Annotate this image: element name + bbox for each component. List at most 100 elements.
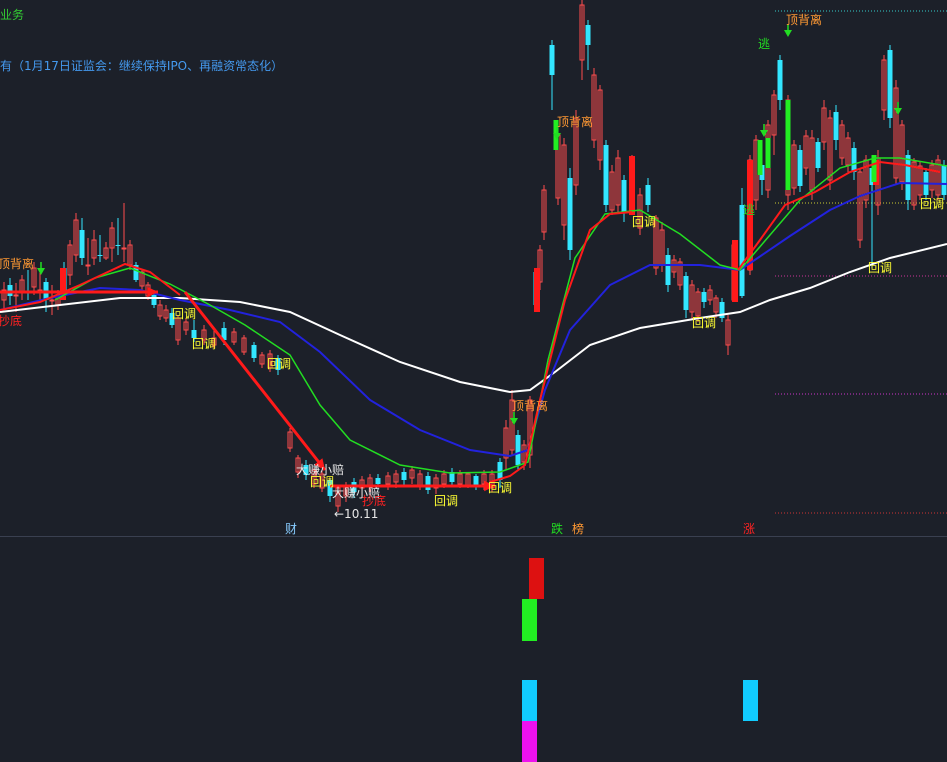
label-caption-finance: 财 [285,522,297,536]
candlestick [899,120,905,190]
candlestick [85,238,91,275]
candle-body [887,50,893,118]
candlestick [115,218,121,255]
candlestick [79,218,85,265]
candlestick [929,160,935,198]
candle-body [645,185,651,205]
candle-body [425,476,431,490]
down-marker-icon [760,130,768,137]
candlestick [935,155,941,200]
candlestick [259,352,265,368]
down-marker-icon [784,30,792,37]
candle-body [515,435,521,465]
candlestick [549,40,555,110]
candle-body-emphasis [534,268,540,312]
candlestick [251,342,257,362]
down-marker-icon [510,418,518,425]
candlestick [67,240,73,285]
candlestick [791,140,797,195]
indicator-bar [522,721,537,762]
candlestick [585,20,591,70]
indicator-bar [743,680,758,721]
candlestick [665,248,671,292]
candlestick [541,185,547,240]
candlestick [771,90,777,155]
candlestick [473,474,479,490]
label-caption-fall: 跌 [551,521,563,536]
candle-body [549,45,555,75]
candle-body-green [785,100,791,190]
label-retracement: 回调 [434,494,458,508]
candle-body-emphasis [732,240,738,302]
candlestick [133,262,139,282]
label-top-divergence: 顶背离 [786,12,822,27]
candlestick [97,235,103,262]
candle-body-green [757,140,763,175]
candlestick [851,142,857,180]
candlestick [49,285,55,315]
candlestick [707,285,713,305]
candle-body-emphasis [629,156,635,215]
candlestick [433,474,439,494]
indicator-panel[interactable] [0,537,947,762]
candlestick [719,298,725,322]
candlestick [689,280,695,320]
indicator-bar [522,599,537,641]
candlestick [725,315,731,355]
label-top-divergence: 顶背离 [512,398,548,413]
chart-stage: 业务 有（1月17日证监会：继续保持IPO、再融资常态化） 顶背离 抄底 回调 回调回… [0,0,947,762]
candle-body [701,292,707,302]
candlestick [409,466,415,484]
candlestick [561,138,567,240]
candlestick [839,120,845,165]
candle-body [683,276,689,310]
candlestick [821,100,827,150]
candle-body [797,150,803,186]
candlestick [777,55,783,110]
label-bottom-fishing: 抄底 [0,313,22,328]
label-retracement: 回调 [192,337,216,351]
candle-body-green [765,138,771,168]
candlestick [157,300,163,320]
candle-body [941,165,947,195]
candle-body [115,245,121,246]
label-retracement: 回调 [310,475,334,489]
candlestick [287,428,293,452]
candle-body [833,112,839,140]
candlestick [893,80,899,185]
candlestick [73,213,79,262]
candlestick [163,305,169,322]
candle-body [739,205,745,296]
candlestick [231,328,237,345]
label-caption-list: 榜 [572,521,584,536]
candlestick [109,222,115,262]
candlestick [503,420,509,470]
candlestick [803,130,809,175]
candlestick [241,335,247,355]
label-top-divergence: 顶背离 [0,256,34,271]
candle-body [621,180,627,212]
candlestick [797,145,803,192]
ma-white-line [0,243,947,394]
label-retracement: 回调 [488,481,512,495]
label-sell: 逃 [758,37,770,51]
candlestick [425,472,431,494]
candlestick [815,138,821,172]
label-sell: 逃 [743,203,755,217]
candlestick [615,150,621,212]
candlestick [887,45,893,128]
label-top-divergence: 顶背离 [557,114,593,129]
candlestick [449,468,455,486]
candle-body [665,255,671,285]
candlestick [401,468,407,486]
indicator-bar [529,558,544,599]
label-retracement: 回调 [868,261,892,275]
ma-red-line-2 [489,211,633,483]
candlestick [1,282,7,310]
candlestick [579,0,585,80]
candlestick [91,230,97,265]
price-chart[interactable]: 顶背离抄底 回调回调回调大赚小赔回调大赚小赔抄底←10.11回调回调顶背离顶背离回… [0,0,947,536]
candle-body [49,299,55,302]
candle-body [97,255,103,256]
candlestick [597,85,603,170]
